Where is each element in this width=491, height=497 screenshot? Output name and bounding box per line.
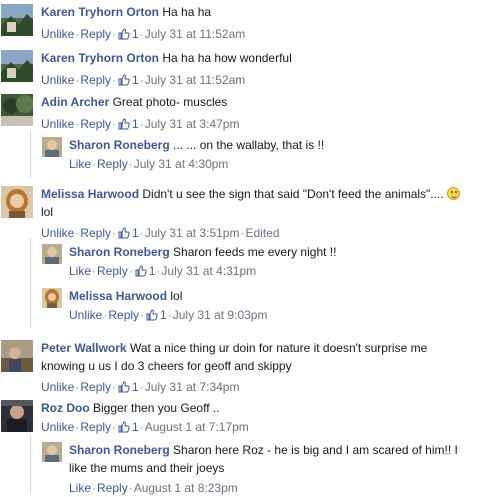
reply-thread-line [30,130,31,178]
avatar[interactable] [1,186,33,218]
reply-link[interactable]: Reply [97,264,128,278]
avatar[interactable] [1,340,33,372]
unlike-link[interactable]: Unlike [41,73,74,87]
comment-text-continued: lol [41,205,54,219]
comment-timestamp[interactable]: July 31 at 3:47pm [145,117,240,131]
like-count[interactable]: 1 [132,226,139,240]
comment-text-continued: like the mums and their joeys [69,461,225,475]
comment-text: Great photo- muscles [112,95,228,109]
thumbs-up-icon[interactable] [118,117,130,135]
avatar[interactable] [42,137,62,157]
like-count[interactable]: 1 [132,117,139,131]
comment-timestamp[interactable]: July 31 at 9:03pm [173,308,268,322]
unlike-link[interactable]: Unlike [41,420,74,434]
comment-text: lol [170,289,183,303]
reply-thread-line [30,436,31,494]
comment-timestamp[interactable]: July 31 at 7:34pm [145,380,240,394]
comment-text: Ha ha ha how wonderful [162,51,292,65]
reply-link[interactable]: Reply [80,226,111,240]
unlike-link[interactable]: Unlike [41,117,74,131]
comment-text: ... ... on the wallaby, that is !! [173,138,325,152]
like-link[interactable]: Like [69,264,91,278]
comment-text: Sharon feeds me every night !! [173,245,337,259]
comment-author[interactable]: Karen Tryhorn Orton [41,51,159,65]
comment-author[interactable]: Sharon Roneberg [69,138,170,152]
thumbs-up-icon[interactable] [118,27,130,45]
reply-link[interactable]: Reply [80,420,111,434]
smiley-emoji-icon [447,187,460,200]
thumbs-up-icon[interactable] [118,380,130,398]
comment-author[interactable]: Karen Tryhorn Orton [41,5,159,19]
comment-text: Bigger then you Geoff .. [93,401,220,415]
like-count[interactable]: 1 [132,380,139,394]
like-count[interactable]: 1 [149,264,156,278]
avatar[interactable] [42,442,62,462]
avatar[interactable] [1,4,33,36]
comment-author[interactable]: Adin Archer [41,95,109,109]
like-count[interactable]: 1 [132,420,139,434]
thumbs-up-icon[interactable] [135,264,147,282]
edited-label[interactable]: Edited [245,226,279,240]
comment-author[interactable]: Melissa Harwood [41,187,139,201]
comment-timestamp[interactable]: July 31 at 11:52am [145,73,246,87]
reply-link[interactable]: Reply [80,380,111,394]
thumbs-up-icon[interactable] [118,420,130,438]
comment-author[interactable]: Sharon Roneberg [69,443,170,457]
unlike-link[interactable]: Unlike [41,380,74,394]
comment-timestamp[interactable]: July 31 at 4:31pm [161,264,256,278]
like-count[interactable]: 1 [132,27,139,41]
comment-timestamp[interactable]: July 31 at 4:30pm [134,157,229,171]
unlike-link[interactable]: Unlike [41,226,74,240]
comment-text-continued: knowing u us I do 3 cheers for geoff and… [41,359,292,373]
unlike-link[interactable]: Unlike [69,308,102,322]
reply-link[interactable]: Reply [80,27,111,41]
thumbs-up-icon[interactable] [118,226,130,244]
reply-link[interactable]: Reply [80,117,111,131]
avatar[interactable] [42,244,62,264]
comment-timestamp[interactable]: July 31 at 3:51pm [145,226,240,240]
reply-link[interactable]: Reply [80,73,111,87]
like-link[interactable]: Like [69,157,91,171]
avatar[interactable] [1,94,33,126]
comment-text: Wat a nice thing ur doin for nature it d… [129,341,428,355]
comment-author[interactable]: Peter Wallwork [41,341,127,355]
comment-text: Didn't u see the sign that said "Don't f… [142,187,444,201]
comment-author[interactable]: Melissa Harwood [69,289,167,303]
comment-timestamp[interactable]: July 31 at 11:52am [145,27,246,41]
reply-thread-line [30,238,31,328]
like-count[interactable]: 1 [160,308,167,322]
comment-text: Sharon here Roz - he is big and I am sca… [173,443,458,457]
like-link[interactable]: Like [69,481,91,495]
comment-author[interactable]: Sharon Roneberg [69,245,170,259]
unlike-link[interactable]: Unlike [41,27,74,41]
comment-timestamp[interactable]: August 1 at 7:17pm [145,420,249,434]
avatar[interactable] [1,400,33,432]
thumbs-up-icon[interactable] [118,73,130,91]
comment-text: Ha ha ha [162,5,212,19]
comment-timestamp[interactable]: August 1 at 8:23pm [134,481,238,495]
like-count[interactable]: 1 [132,73,139,87]
comment-author[interactable]: Roz Doo [41,401,90,415]
reply-link[interactable]: Reply [97,157,128,171]
avatar[interactable] [42,288,62,308]
thumbs-up-icon[interactable] [146,308,158,326]
avatar[interactable] [1,50,33,82]
reply-link[interactable]: Reply [97,481,128,495]
reply-link[interactable]: Reply [108,308,139,322]
